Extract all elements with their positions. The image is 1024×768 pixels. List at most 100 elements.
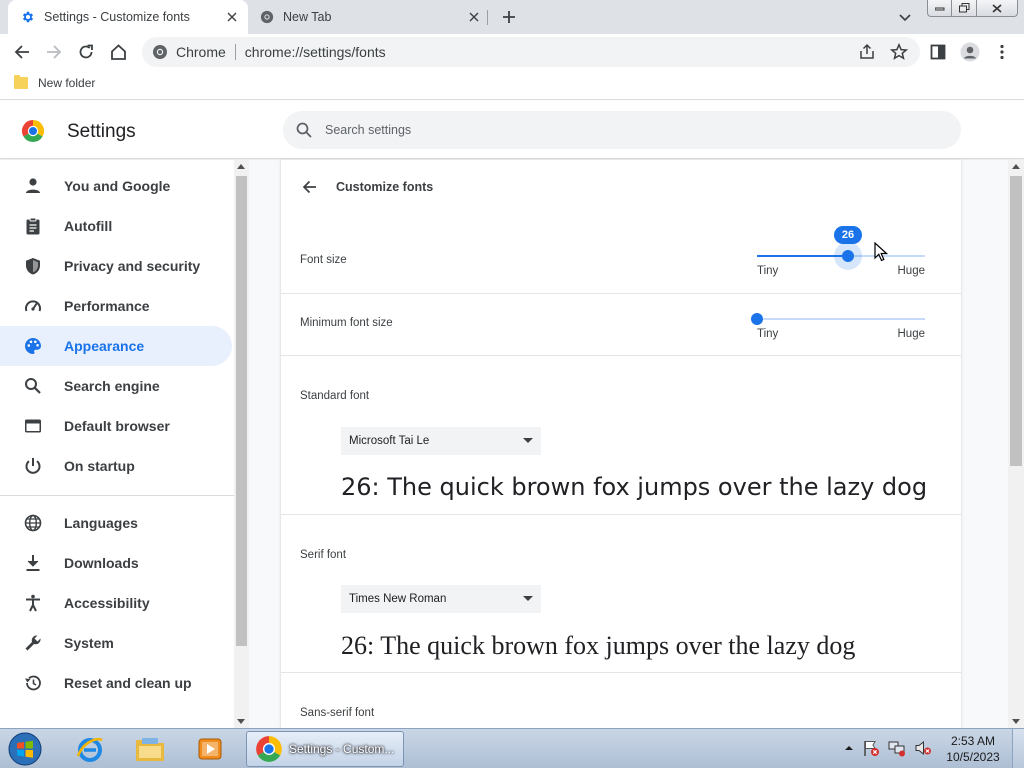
scroll-up-icon[interactable] [1012, 164, 1020, 169]
sidebar-item-appearance[interactable]: Appearance [0, 326, 232, 366]
slider-min-label: Tiny [757, 328, 779, 340]
sidebar-item-label: Performance [64, 298, 150, 314]
slider-knob[interactable] [842, 250, 854, 262]
main-scrollbar[interactable] [1008, 160, 1024, 728]
power-icon [25, 458, 41, 474]
restore-button[interactable] [952, 0, 977, 17]
close-window-button[interactable] [977, 0, 1018, 17]
sidebar-item-label: Accessibility [64, 595, 150, 611]
row-divider [281, 293, 961, 294]
tab-separator [487, 10, 488, 25]
new-tab-button[interactable] [498, 6, 520, 28]
taskbar-file-explorer[interactable] [124, 732, 176, 766]
tab-search-button[interactable] [895, 8, 915, 28]
sidebar-item-privacy-and-security[interactable]: Privacy and security [0, 246, 232, 286]
back-button[interactable] [8, 38, 36, 66]
folder-icon [136, 738, 164, 761]
home-button[interactable] [104, 38, 132, 66]
tab-new-tab[interactable]: New Tab [250, 0, 490, 34]
scroll-down-icon[interactable] [1012, 719, 1020, 724]
more-vert-icon [1000, 44, 1004, 60]
sidebar-item-you-and-google[interactable]: You and Google [0, 166, 232, 206]
sans-serif-font-label: Sans-serif font [300, 707, 375, 719]
tray-expand-icon[interactable] [844, 743, 854, 753]
internet-explorer-icon [76, 738, 103, 762]
url-text[interactable]: chrome://settings/fonts [245, 44, 386, 60]
minimize-button[interactable] [927, 0, 952, 17]
media-player-icon [198, 738, 222, 760]
forward-button[interactable] [40, 38, 68, 66]
sidebar-item-reset-and-clean-up[interactable]: Reset and clean up [0, 663, 232, 703]
page-title: Customize fonts [336, 180, 434, 194]
reload-button[interactable] [72, 38, 100, 66]
menu-button[interactable] [988, 38, 1016, 66]
back-arrow-button[interactable] [298, 176, 320, 198]
network-icon[interactable] [888, 739, 906, 757]
search-icon [25, 378, 41, 394]
serif-font-select[interactable]: Times New Roman [341, 585, 541, 613]
serif-font-sample: 26: The quick brown fox jumps over the l… [341, 631, 856, 660]
sidebar-item-downloads[interactable]: Downloads [0, 543, 232, 583]
close-tab-icon[interactable] [224, 9, 240, 25]
standard-font-sample: 26: The quick brown fox jumps over the l… [341, 473, 928, 501]
font-size-slider[interactable]: 26 Tiny Huge [757, 226, 925, 281]
sidebar-item-label: On startup [64, 458, 135, 474]
scroll-up-icon[interactable] [237, 164, 245, 169]
sidebar-item-search-engine[interactable]: Search engine [0, 366, 232, 406]
taskbar-internet-explorer[interactable] [64, 732, 116, 766]
slider-knob[interactable] [751, 313, 763, 325]
sidebar-item-default-browser[interactable]: Default browser [0, 406, 232, 446]
profile-button[interactable] [956, 38, 984, 66]
sidebar-item-performance[interactable]: Performance [0, 286, 232, 326]
tab-settings[interactable]: Settings - Customize fonts [8, 0, 248, 34]
tab-title: Settings - Customize fonts [44, 10, 190, 24]
sidebar-item-on-startup[interactable]: On startup [0, 446, 232, 486]
close-tab-icon[interactable] [466, 9, 482, 25]
download-icon [26, 555, 40, 571]
sidebar-item-autofill[interactable]: Autofill [0, 206, 232, 246]
folder-icon [14, 75, 28, 89]
sidebar-scrollbar[interactable] [234, 160, 249, 728]
search-settings-field[interactable] [283, 111, 961, 149]
person-icon [26, 178, 40, 193]
taskbar-media-player[interactable] [184, 732, 236, 766]
standard-font-select[interactable]: Microsoft Tai Le [341, 427, 541, 455]
window-controls [927, 0, 1018, 18]
star-icon[interactable] [890, 43, 908, 61]
bookmark-folder[interactable]: New folder [14, 75, 95, 90]
sidebar-item-languages[interactable]: Languages [0, 503, 232, 543]
site-chip: Chrome [176, 44, 226, 60]
system-tray [844, 739, 932, 757]
side-panel-button[interactable] [924, 38, 952, 66]
sidebar-item-label: You and Google [64, 178, 171, 194]
taskbar-chrome-window[interactable]: Settings - Custom... [246, 731, 404, 767]
restore-icon [25, 675, 41, 691]
share-icon[interactable] [858, 43, 876, 61]
address-bar[interactable]: Chrome chrome://settings/fonts [142, 37, 920, 67]
scrollbar-thumb[interactable] [236, 176, 247, 646]
accessibility-icon [26, 594, 40, 612]
search-settings-input[interactable] [325, 123, 925, 137]
volume-muted-icon[interactable] [914, 739, 932, 757]
minimum-font-size-slider[interactable]: Tiny Huge [751, 304, 925, 344]
action-center-flag-icon[interactable] [862, 739, 880, 757]
side-panel-icon [930, 44, 946, 60]
chrome-icon [153, 45, 167, 59]
windows-logo-icon [8, 732, 42, 766]
customize-fonts-card: Customize fonts Font size 26 Tiny Huge M… [281, 160, 961, 728]
wrench-icon [25, 635, 41, 651]
browser-icon [25, 419, 41, 433]
avatar-icon [960, 42, 980, 62]
start-button[interactable] [6, 731, 44, 767]
palette-icon [25, 338, 41, 354]
show-desktop-button[interactable] [1012, 729, 1024, 768]
sidebar-item-system[interactable]: System [0, 623, 232, 663]
scrollbar-thumb[interactable] [1010, 176, 1022, 466]
plus-icon [503, 11, 515, 23]
taskbar-clock[interactable]: 2:53 AM 10/5/2023 [940, 733, 1006, 765]
chevron-down-icon [899, 14, 911, 22]
settings-sidebar: You and Google Autofill Privacy and secu… [0, 160, 234, 728]
sidebar-item-accessibility[interactable]: Accessibility [0, 583, 232, 623]
scroll-down-icon[interactable] [237, 719, 245, 724]
shield-icon [26, 258, 40, 275]
